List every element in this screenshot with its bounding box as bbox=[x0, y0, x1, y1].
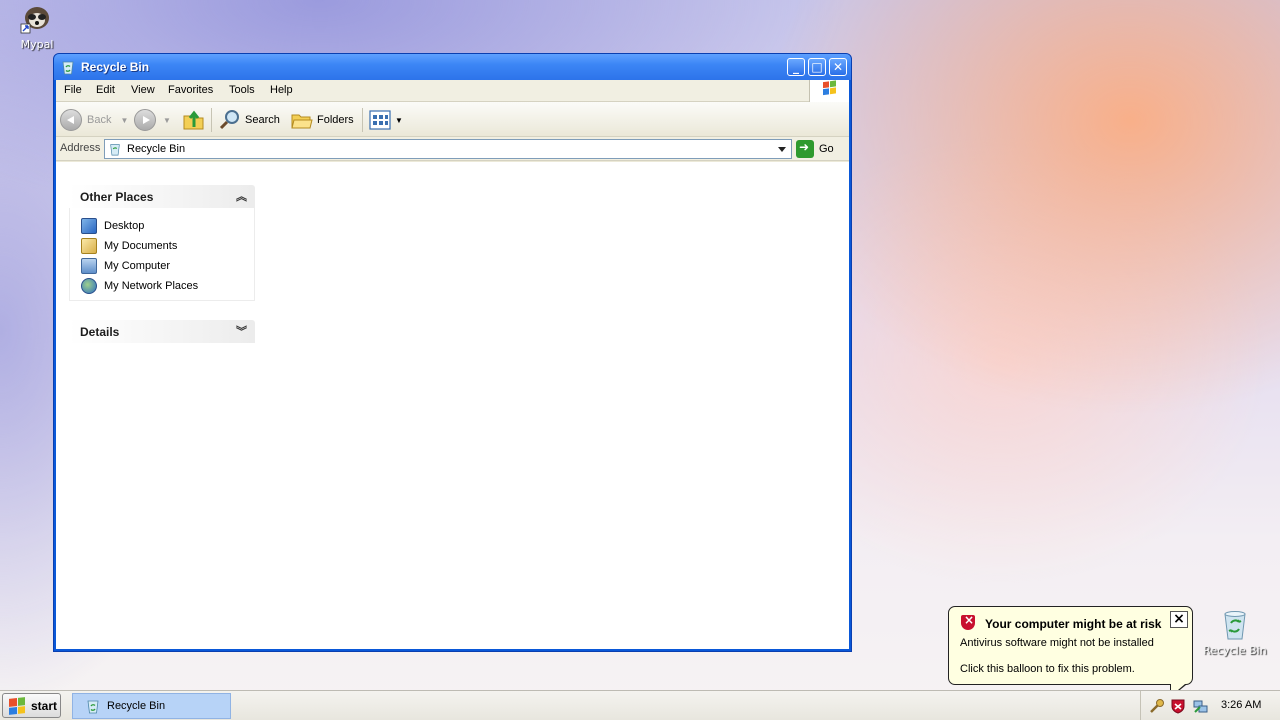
views-icon bbox=[369, 110, 391, 130]
security-shield-icon bbox=[961, 613, 975, 630]
explorer-window: Recycle Bin _ □ ✕ File Edit View Favorit… bbox=[53, 53, 852, 652]
balloon-fix-hint: Click this balloon to fix this problem. bbox=[960, 663, 1135, 675]
security-balloon[interactable]: Your computer might be at risk × Antivir… bbox=[948, 606, 1193, 698]
balloon-close-button[interactable]: × bbox=[1170, 611, 1188, 628]
menu-favorites[interactable]: Favorites bbox=[168, 84, 213, 96]
menu-file[interactable]: File bbox=[64, 84, 82, 96]
recycle-bin-icon bbox=[108, 142, 122, 156]
menu-tools[interactable]: Tools bbox=[229, 84, 255, 96]
menu-bar: File Edit View Favorites Tools Help bbox=[56, 80, 849, 102]
address-value: Recycle Bin bbox=[127, 143, 186, 155]
security-alert-tray-icon[interactable] bbox=[1170, 698, 1186, 714]
balloon-title: Your computer might be at risk bbox=[985, 617, 1162, 631]
tools-tray-icon[interactable] bbox=[1149, 698, 1165, 714]
go-arrow-icon bbox=[796, 140, 814, 158]
place-label: My Documents bbox=[104, 240, 178, 252]
menu-view[interactable]: View bbox=[131, 84, 155, 96]
forward-arrow-icon bbox=[134, 109, 156, 131]
recycle-bin-icon bbox=[1218, 608, 1252, 642]
views-button[interactable]: ▼ bbox=[368, 108, 403, 132]
search-button[interactable]: Search bbox=[218, 108, 280, 132]
address-label: Address bbox=[60, 142, 101, 154]
details-panel: Details ︾ bbox=[69, 320, 255, 343]
network-places-icon bbox=[81, 278, 97, 294]
start-label: start bbox=[31, 698, 58, 713]
mypal-label: Mypal bbox=[20, 38, 54, 51]
collapse-chevron-icon[interactable]: ︽ bbox=[236, 188, 247, 204]
balloon-message: Antivirus software might not be installe… bbox=[960, 637, 1154, 649]
place-desktop[interactable]: Desktop bbox=[70, 216, 254, 236]
search-label: Search bbox=[245, 114, 280, 126]
details-title: Details bbox=[80, 325, 120, 339]
forward-dropdown-icon[interactable]: ▼ bbox=[163, 116, 171, 125]
window-title: Recycle Bin bbox=[81, 60, 150, 74]
windows-logo-icon bbox=[809, 80, 849, 102]
system-tray: 3:26 AM bbox=[1140, 691, 1280, 720]
taskbar-item-label: Recycle Bin bbox=[107, 700, 166, 712]
mypal-icon bbox=[20, 2, 54, 36]
desktop-icon-recycle-bin[interactable]: Recycle Bin bbox=[1200, 608, 1270, 657]
go-button[interactable]: Go bbox=[796, 139, 834, 159]
up-folder-icon bbox=[183, 110, 204, 130]
back-button[interactable]: Back ▼ bbox=[60, 108, 128, 132]
network-tray-icon[interactable] bbox=[1192, 698, 1208, 714]
place-my-documents[interactable]: My Documents bbox=[70, 236, 254, 256]
windows-flag-icon bbox=[9, 696, 25, 715]
taskbar: start Recycle Bin 3:26 AM bbox=[0, 690, 1280, 720]
recycle-bin-desktop-label: Recycle Bin bbox=[1203, 644, 1267, 657]
folders-icon bbox=[291, 114, 313, 129]
details-header[interactable]: Details ︾ bbox=[69, 320, 255, 343]
toolbar-separator bbox=[211, 108, 212, 132]
taskbar-item-recycle-bin[interactable]: Recycle Bin bbox=[72, 693, 231, 719]
maximize-button[interactable]: □ bbox=[808, 58, 826, 76]
window-body: File Edit View Favorites Tools Help Back… bbox=[56, 80, 849, 649]
expand-chevron-icon[interactable]: ︾ bbox=[236, 323, 247, 339]
start-button[interactable]: start bbox=[2, 693, 61, 718]
title-bar[interactable]: Recycle Bin _ □ ✕ bbox=[54, 54, 851, 80]
content-area: Other Places ︽ Desktop My Documents My C… bbox=[56, 162, 849, 649]
desktop-icon-mypal[interactable]: Mypal bbox=[2, 2, 72, 51]
go-label: Go bbox=[819, 143, 834, 155]
address-input[interactable]: Recycle Bin bbox=[104, 139, 792, 159]
folders-button[interactable]: Folders bbox=[290, 108, 354, 132]
views-dropdown-icon[interactable]: ▼ bbox=[395, 116, 403, 125]
folders-label: Folders bbox=[317, 114, 354, 126]
desktop-icon bbox=[81, 218, 97, 234]
search-icon bbox=[219, 110, 239, 130]
recycle-bin-icon bbox=[87, 700, 99, 714]
other-places-panel: Other Places ︽ Desktop My Documents My C… bbox=[69, 185, 255, 301]
other-places-header[interactable]: Other Places ︽ bbox=[69, 185, 255, 208]
up-folder-button[interactable] bbox=[182, 108, 206, 132]
menu-help[interactable]: Help bbox=[270, 84, 293, 96]
place-my-computer[interactable]: My Computer bbox=[70, 256, 254, 276]
recycle-bin-icon bbox=[60, 59, 76, 75]
place-my-network-places[interactable]: My Network Places bbox=[70, 276, 254, 296]
other-places-list: Desktop My Documents My Computer My Netw… bbox=[69, 208, 255, 301]
toolbar-separator bbox=[362, 108, 363, 132]
place-label: Desktop bbox=[104, 220, 145, 232]
place-label: My Computer bbox=[104, 260, 171, 272]
back-label: Back bbox=[87, 114, 112, 126]
close-button[interactable]: ✕ bbox=[829, 58, 847, 76]
my-computer-icon bbox=[81, 258, 97, 274]
other-places-title: Other Places bbox=[80, 190, 154, 204]
forward-button[interactable]: ▼ bbox=[134, 108, 171, 132]
back-arrow-icon bbox=[60, 109, 82, 131]
back-dropdown-icon[interactable]: ▼ bbox=[120, 116, 128, 125]
address-dropdown-icon[interactable] bbox=[774, 140, 791, 158]
my-documents-icon bbox=[81, 238, 97, 254]
address-bar: Address Recycle Bin Go bbox=[56, 137, 849, 161]
toolbar: Back ▼ ▼ Search Folders ▼ bbox=[56, 102, 849, 137]
minimize-button[interactable]: _ bbox=[787, 58, 805, 76]
system-clock[interactable]: 3:26 AM bbox=[1221, 699, 1261, 711]
place-label: My Network Places bbox=[104, 280, 199, 292]
menu-edit[interactable]: Edit bbox=[96, 84, 115, 96]
